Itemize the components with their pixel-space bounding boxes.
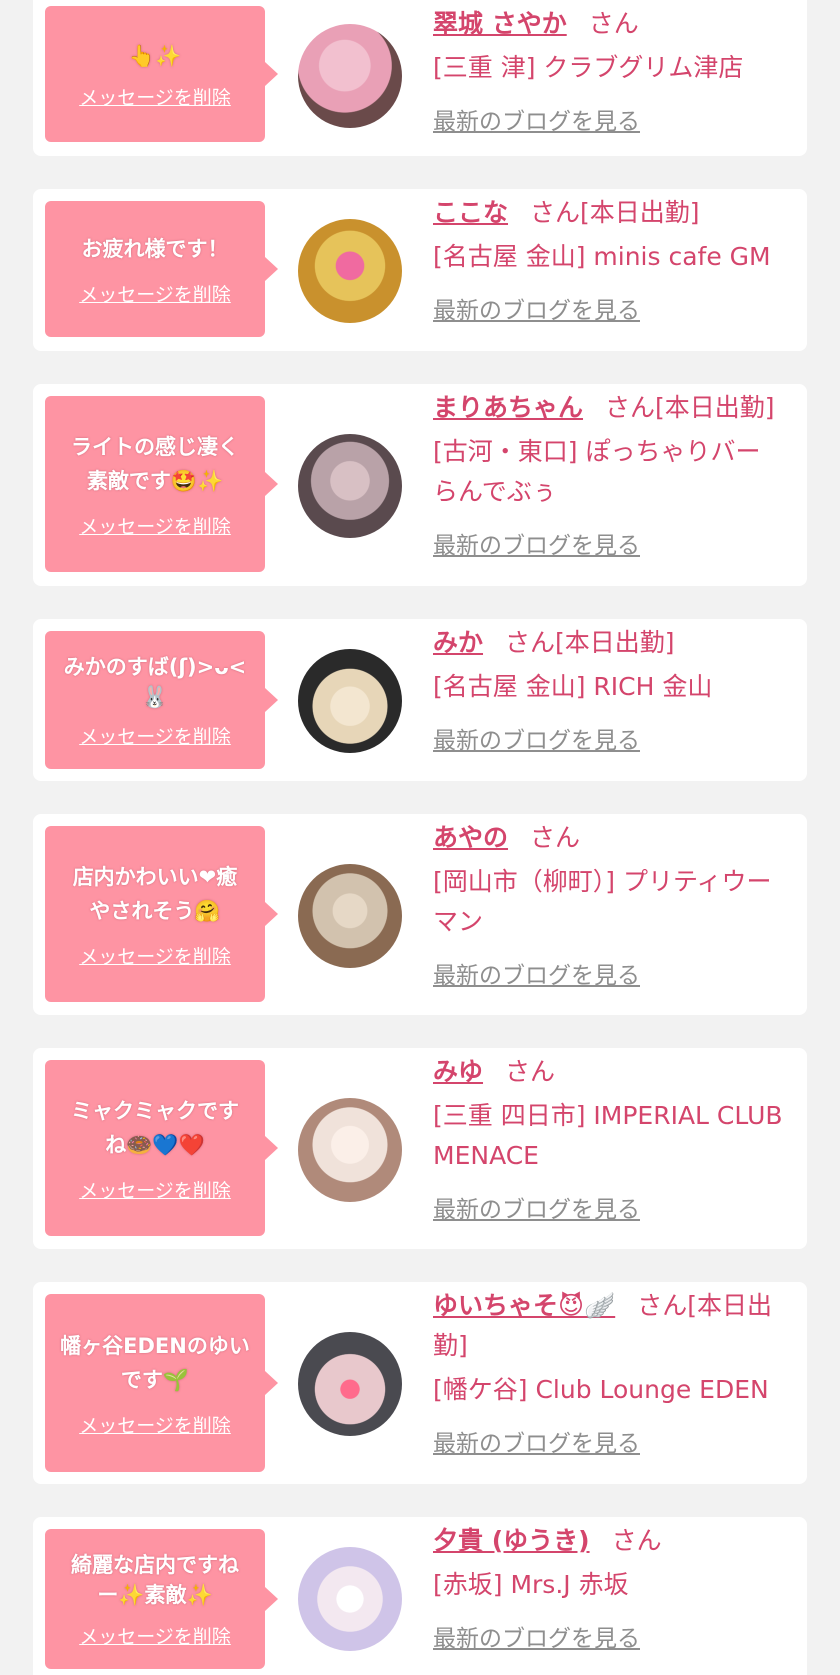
message-text: ー✨素敵✨	[97, 1582, 213, 1607]
message-card: お疲れ様です！ メッセージを削除 ここな さん[本日出勤] [名古屋 金山] mi…	[33, 189, 807, 351]
message-text: 店内かわいい❤癒	[72, 864, 238, 889]
avatar[interactable]	[298, 1547, 402, 1651]
message-bubble: 綺麗な店内ですね ー✨素敵✨ メッセージを削除	[45, 1529, 278, 1669]
profile-name-link[interactable]: 夕貴 (ゆうき)	[433, 1526, 590, 1555]
message-bubble: 店内かわいい❤癒 やされそう🤗 メッセージを削除	[45, 826, 278, 1002]
message-text: ね🍩💙❤️	[105, 1132, 205, 1157]
delete-message-link[interactable]: メッセージを削除	[79, 1622, 231, 1649]
message-text: です🌱	[120, 1367, 190, 1392]
profile-name-link[interactable]: ゆいちゃそ😈🪽	[433, 1291, 615, 1320]
shop-name: [三重 四日市] IMPERIAL CLUB MENACE	[433, 1101, 783, 1170]
message-text: 綺麗な店内ですね	[71, 1552, 239, 1577]
delete-message-link[interactable]: メッセージを削除	[79, 280, 231, 307]
message-text: 👆✨	[128, 43, 182, 68]
profile-info: みか さん[本日出勤] [名古屋 金山] RICH 金山 最新のブログを見る	[433, 623, 791, 755]
avatar[interactable]	[298, 1098, 402, 1202]
name-suffix: さん[本日出勤]	[605, 393, 775, 422]
profile-name-link[interactable]: ここな	[433, 198, 508, 227]
profile-info: 夕貴 (ゆうき) さん [赤坂] Mrs.J 赤坂 最新のブログを見る	[433, 1521, 791, 1653]
shop-name: [岡山市（柳町）] プリティウーマン	[433, 867, 772, 936]
profile-name-link[interactable]: みか	[433, 628, 483, 657]
avatar[interactable]	[298, 649, 402, 753]
avatar[interactable]	[298, 219, 402, 323]
message-bubble: ライトの感じ凄く 素敵です🤩✨ メッセージを削除	[45, 396, 278, 572]
delete-message-link[interactable]: メッセージを削除	[79, 83, 231, 110]
message-card: みかのすば(ʃ)>ᴗ< 🐰 メッセージを削除 みか さん[本日出勤] [名古屋 金…	[33, 619, 807, 781]
name-suffix: さん	[588, 9, 639, 38]
message-card: 幡ヶ谷EDENのゆい です🌱 メッセージを削除 ゆいちゃそ😈🪽 さん[本日出勤] …	[33, 1282, 807, 1484]
latest-blog-link[interactable]: 最新のブログを見る	[433, 1190, 640, 1224]
message-list: 👆✨ メッセージを削除 翠城 さやか さん [三重 津] クラブグリム津店 最新の…	[0, 0, 840, 1675]
avatar[interactable]	[298, 24, 402, 128]
shop-name: [名古屋 金山] minis cafe GM	[433, 242, 771, 271]
message-card: 綺麗な店内ですね ー✨素敵✨ メッセージを削除 夕貴 (ゆうき) さん [赤坂] …	[33, 1517, 807, 1675]
delete-message-link[interactable]: メッセージを削除	[79, 1411, 231, 1438]
latest-blog-link[interactable]: 最新のブログを見る	[433, 1424, 640, 1458]
name-suffix: さん[本日出勤]	[505, 628, 675, 657]
message-bubble: 幡ヶ谷EDENのゆい です🌱 メッセージを削除	[45, 1294, 278, 1472]
shop-name: [三重 津] クラブグリム津店	[433, 53, 744, 82]
message-bubble: 👆✨ メッセージを削除	[45, 6, 278, 142]
name-suffix: さん	[505, 1057, 556, 1086]
profile-info: ゆいちゃそ😈🪽 さん[本日出勤] [幡ケ谷] Club Lounge EDEN 最…	[433, 1286, 791, 1458]
profile-info: 翠城 さやか さん [三重 津] クラブグリム津店 最新のブログを見る	[433, 4, 791, 136]
profile-info: あやの さん [岡山市（柳町）] プリティウーマン 最新のブログを見る	[433, 818, 791, 990]
profile-name-link[interactable]: まりあちゃん	[433, 393, 583, 422]
message-text: 幡ヶ谷EDENのゆい	[60, 1333, 250, 1358]
name-suffix: さん	[530, 823, 581, 852]
message-card: 👆✨ メッセージを削除 翠城 さやか さん [三重 津] クラブグリム津店 最新の…	[33, 0, 807, 156]
message-card: ライトの感じ凄く 素敵です🤩✨ メッセージを削除 まりあちゃん さん[本日出勤] …	[33, 384, 807, 586]
message-text: お疲れ様です！	[81, 236, 229, 261]
avatar[interactable]	[298, 434, 402, 538]
latest-blog-link[interactable]: 最新のブログを見る	[433, 291, 640, 325]
message-text: ミャクミャクです	[71, 1098, 239, 1123]
latest-blog-link[interactable]: 最新のブログを見る	[433, 526, 640, 560]
shop-name: [名古屋 金山] RICH 金山	[433, 672, 713, 701]
message-text: みかのすば(ʃ)>ᴗ<	[63, 654, 247, 679]
latest-blog-link[interactable]: 最新のブログを見る	[433, 956, 640, 990]
message-bubble: ミャクミャクです ね🍩💙❤️ メッセージを削除	[45, 1060, 278, 1236]
message-card: ミャクミャクです ね🍩💙❤️ メッセージを削除 みゆ さん [三重 四日市] IM…	[33, 1048, 807, 1249]
delete-message-link[interactable]: メッセージを削除	[79, 942, 231, 969]
message-text: ライトの感じ凄く	[71, 434, 239, 459]
name-suffix: さん	[611, 1526, 662, 1555]
profile-name-link[interactable]: 翠城 さやか	[433, 9, 567, 38]
delete-message-link[interactable]: メッセージを削除	[79, 722, 231, 749]
profile-info: みゆ さん [三重 四日市] IMPERIAL CLUB MENACE 最新のブロ…	[433, 1052, 791, 1224]
avatar[interactable]	[298, 864, 402, 968]
profile-name-link[interactable]: みゆ	[433, 1057, 483, 1086]
message-text: やされそう🤗	[89, 898, 221, 923]
shop-name: [赤坂] Mrs.J 赤坂	[433, 1570, 629, 1599]
message-text: 🐰	[141, 684, 169, 709]
profile-name-link[interactable]: あやの	[433, 823, 508, 852]
message-card: 店内かわいい❤癒 やされそう🤗 メッセージを削除 あやの さん [岡山市（柳町）]…	[33, 814, 807, 1015]
shop-name: [古河・東口] ぽっちゃりバー らんでぶぅ	[433, 437, 761, 506]
profile-info: ここな さん[本日出勤] [名古屋 金山] minis cafe GM 最新のブロ…	[433, 193, 791, 325]
avatar[interactable]	[298, 1332, 402, 1436]
shop-name: [幡ケ谷] Club Lounge EDEN	[433, 1375, 769, 1404]
latest-blog-link[interactable]: 最新のブログを見る	[433, 721, 640, 755]
message-bubble: お疲れ様です！ メッセージを削除	[45, 201, 278, 337]
name-suffix: さん[本日出勤]	[530, 198, 700, 227]
delete-message-link[interactable]: メッセージを削除	[79, 512, 231, 539]
latest-blog-link[interactable]: 最新のブログを見る	[433, 1619, 640, 1653]
message-text: 素敵です🤩✨	[86, 468, 224, 493]
profile-info: まりあちゃん さん[本日出勤] [古河・東口] ぽっちゃりバー らんでぶぅ 最新の…	[433, 388, 791, 560]
message-bubble: みかのすば(ʃ)>ᴗ< 🐰 メッセージを削除	[45, 631, 278, 769]
latest-blog-link[interactable]: 最新のブログを見る	[433, 102, 640, 136]
delete-message-link[interactable]: メッセージを削除	[79, 1176, 231, 1203]
